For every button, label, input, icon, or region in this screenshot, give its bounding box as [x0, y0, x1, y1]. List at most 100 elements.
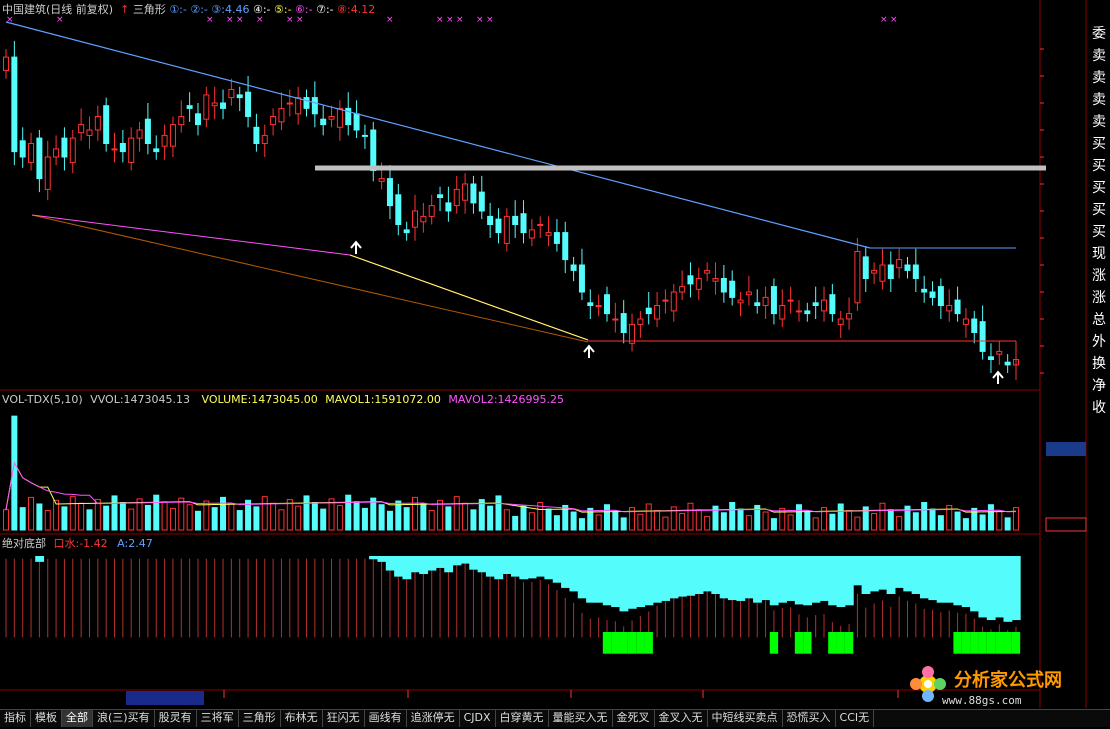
tab-12[interactable]: 白穿黄无	[496, 710, 549, 727]
candle-body	[437, 194, 444, 199]
indicator-fill	[369, 556, 378, 560]
indicator-tab-bar[interactable]: 指标 模板 全部 浪(三)买有 股灵有 三将军 三角形 布林无 狂闪无 画线有 追涨停无 CJDX 白穿…	[0, 709, 1110, 727]
candle-body	[754, 302, 761, 306]
side-label: 卖	[1092, 114, 1106, 130]
stock-chart-window[interactable]: × × × × × × × × × × × × × × × × 中国建筑(日线 前复权) ↑ 三角形 ①:- …	[0, 0, 1110, 727]
candle-body	[303, 97, 310, 109]
volume-bar	[320, 508, 327, 531]
candle-body	[737, 299, 744, 304]
candle-body	[837, 318, 844, 325]
tab-14[interactable]: 金死叉	[613, 710, 655, 727]
bottom-signal-fill	[794, 632, 804, 654]
chart-header: 中国建筑(日线 前复权) ↑ 三角形 ①:- ②:- ③:4.46 ④:- ⑤:…	[2, 3, 375, 16]
tab-11[interactable]: CJDX	[460, 710, 496, 727]
indicator-fill	[711, 556, 721, 594]
candle-body	[278, 107, 285, 123]
volume-bar	[996, 510, 1003, 531]
candle-body	[821, 299, 828, 312]
quote-side-panel: 委卖卖卖卖买买买买买现涨涨总外换净收	[1088, 23, 1110, 419]
candle-body	[378, 178, 385, 182]
indicator-fill	[945, 556, 954, 603]
volume-bar	[887, 509, 894, 531]
candle-body	[487, 215, 494, 225]
volume-bar	[645, 503, 652, 531]
volume-bar	[520, 505, 527, 531]
indicator-fill	[460, 556, 470, 564]
side-label: 涨	[1092, 290, 1106, 306]
volume-bar	[144, 504, 151, 531]
tab-4[interactable]: 股灵有	[155, 710, 197, 727]
tab-10[interactable]: 追涨停无	[407, 710, 460, 727]
volume-bar	[103, 505, 110, 531]
water-value: 口水:-1.42	[53, 537, 108, 550]
volume-bar	[178, 497, 185, 531]
tab-7[interactable]: 布林无	[281, 710, 323, 727]
tab-16[interactable]: 中短线买卖点	[708, 710, 783, 727]
candle-body	[28, 143, 35, 163]
volume-bar	[161, 501, 168, 531]
candle-body	[545, 232, 552, 236]
candle-body	[862, 256, 869, 279]
indicator-fill	[35, 556, 45, 562]
tab-13[interactable]: 量能买入无	[549, 710, 613, 727]
candle-body	[603, 294, 610, 315]
bottom-signal-fill	[953, 632, 962, 654]
candle-body	[361, 134, 368, 137]
candle-body	[370, 129, 377, 171]
indicator-fill	[970, 556, 979, 612]
candle-body	[562, 232, 569, 261]
candle-body	[3, 56, 9, 72]
tab-1[interactable]: 模板	[31, 710, 62, 727]
indicator-name: 三角形	[132, 3, 166, 16]
bottom-signal-fill	[986, 632, 996, 654]
volume-bar	[871, 512, 878, 531]
tab-3[interactable]: 浪(三)买有	[93, 710, 155, 727]
bottom-signal-fill	[602, 632, 612, 654]
candle-body	[779, 305, 786, 320]
buy-arrow-icon	[992, 370, 1004, 384]
tab-2[interactable]: 全部	[62, 710, 93, 727]
param-5: ⑤:-	[270, 3, 292, 16]
volume-bar	[762, 511, 769, 531]
tab-6[interactable]: 三角形	[239, 710, 281, 727]
volume-bar	[879, 502, 886, 531]
triangle-yellow-line	[349, 254, 589, 341]
indicator-fill	[669, 556, 679, 599]
side-label: 买	[1092, 158, 1106, 174]
side-label: 净	[1092, 378, 1106, 394]
tab-8[interactable]: 狂闪无	[323, 710, 365, 727]
chart-canvas[interactable]: × × × × × × × × × × × × × × × ×	[0, 0, 1110, 726]
descending-trendline	[5, 21, 871, 249]
candle-body	[929, 291, 936, 298]
candle-body	[971, 318, 978, 333]
volume-bar	[361, 507, 368, 531]
candle-body	[687, 275, 694, 285]
tab-0[interactable]: 指标	[0, 710, 31, 727]
tab-18[interactable]: CCI无	[836, 710, 875, 727]
volume-bar	[261, 496, 268, 531]
volume-bar	[295, 505, 302, 531]
candle-body	[729, 280, 736, 298]
tab-15[interactable]: 金叉入无	[655, 710, 708, 727]
signal-x-marker: ×	[436, 15, 444, 25]
signal-x-marker: ×	[256, 15, 264, 25]
bottom-signal-fill	[828, 632, 837, 654]
candle-body	[587, 302, 594, 306]
candle-body	[512, 215, 519, 225]
indicator-fill	[978, 556, 988, 618]
a-value: A:2.47	[117, 537, 153, 550]
tab-9[interactable]: 画线有	[365, 710, 407, 727]
volume-bar	[829, 513, 836, 531]
indicator-fill	[469, 556, 479, 570]
tab-5[interactable]: 三将军	[197, 710, 239, 727]
candle-body	[745, 291, 752, 296]
candle-body	[762, 296, 769, 306]
candle-body	[662, 299, 669, 302]
volume-bar	[512, 515, 519, 531]
candle-body	[161, 134, 168, 147]
candle-body	[228, 89, 235, 99]
candle-body	[478, 191, 485, 212]
volume-bar	[311, 502, 318, 531]
signal-x-marker: ×	[486, 15, 494, 25]
tab-17[interactable]: 恐慌买入	[783, 710, 836, 727]
